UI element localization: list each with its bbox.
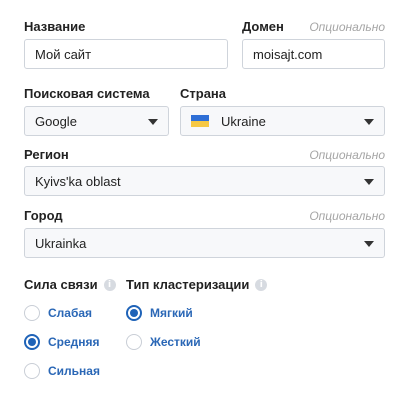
ukraine-flag-icon xyxy=(191,115,209,127)
region-label: Регион xyxy=(24,147,69,162)
country-value: Ukraine xyxy=(221,113,266,129)
radio-link-weak[interactable]: Слабая xyxy=(24,305,92,321)
city-optional-hint: Опционально xyxy=(309,209,385,223)
clustering-type-title-text: Тип кластеризации xyxy=(126,277,250,292)
city-label: Город xyxy=(24,208,63,223)
chevron-down-icon xyxy=(364,179,374,185)
domain-optional-hint: Опционально xyxy=(309,20,385,34)
city-select[interactable]: Ukrainka xyxy=(24,228,385,258)
domain-input-value: moisajt.com xyxy=(253,46,323,62)
clustering-type-title: Тип кластеризации i xyxy=(126,277,268,292)
radio-label: Средняя xyxy=(48,335,100,349)
name-input[interactable]: Мой сайт xyxy=(24,39,228,69)
link-strength-title-text: Сила связи xyxy=(24,277,98,292)
search-engine-value: Google xyxy=(35,113,77,129)
domain-input[interactable]: moisajt.com xyxy=(242,39,385,69)
radio-label: Сильная xyxy=(48,364,100,378)
domain-label: Домен xyxy=(242,19,284,34)
radio-link-medium[interactable]: Средняя xyxy=(24,334,100,350)
info-icon[interactable]: i xyxy=(103,278,116,291)
country-label: Страна xyxy=(180,86,227,101)
radio-link-strong[interactable]: Сильная xyxy=(24,363,100,379)
city-value: Ukrainka xyxy=(35,235,87,251)
radio-circle xyxy=(24,363,40,379)
info-icon[interactable]: i xyxy=(255,278,268,291)
name-label: Название xyxy=(24,19,86,34)
search-engine-select[interactable]: Google xyxy=(24,106,169,136)
link-strength-title: Сила связи i xyxy=(24,277,116,292)
region-optional-hint: Опционально xyxy=(309,148,385,162)
search-engine-label: Поисковая система xyxy=(24,86,150,101)
chevron-down-icon xyxy=(148,119,158,125)
chevron-down-icon xyxy=(364,241,374,247)
radio-circle xyxy=(126,334,142,350)
radio-circle-checked xyxy=(126,305,142,321)
region-select[interactable]: Kyivs'ka oblast xyxy=(24,166,385,196)
radio-clustering-soft[interactable]: Мягкий xyxy=(126,305,193,321)
country-select[interactable]: Ukraine xyxy=(180,106,385,136)
radio-label: Жесткий xyxy=(150,335,201,349)
name-input-value: Мой сайт xyxy=(35,46,92,62)
region-value: Kyivs'ka oblast xyxy=(35,173,121,189)
radio-clustering-hard[interactable]: Жесткий xyxy=(126,334,201,350)
radio-circle-checked xyxy=(24,334,40,350)
chevron-down-icon xyxy=(364,119,374,125)
radio-label: Мягкий xyxy=(150,306,193,320)
radio-circle xyxy=(24,305,40,321)
radio-label: Слабая xyxy=(48,306,93,320)
